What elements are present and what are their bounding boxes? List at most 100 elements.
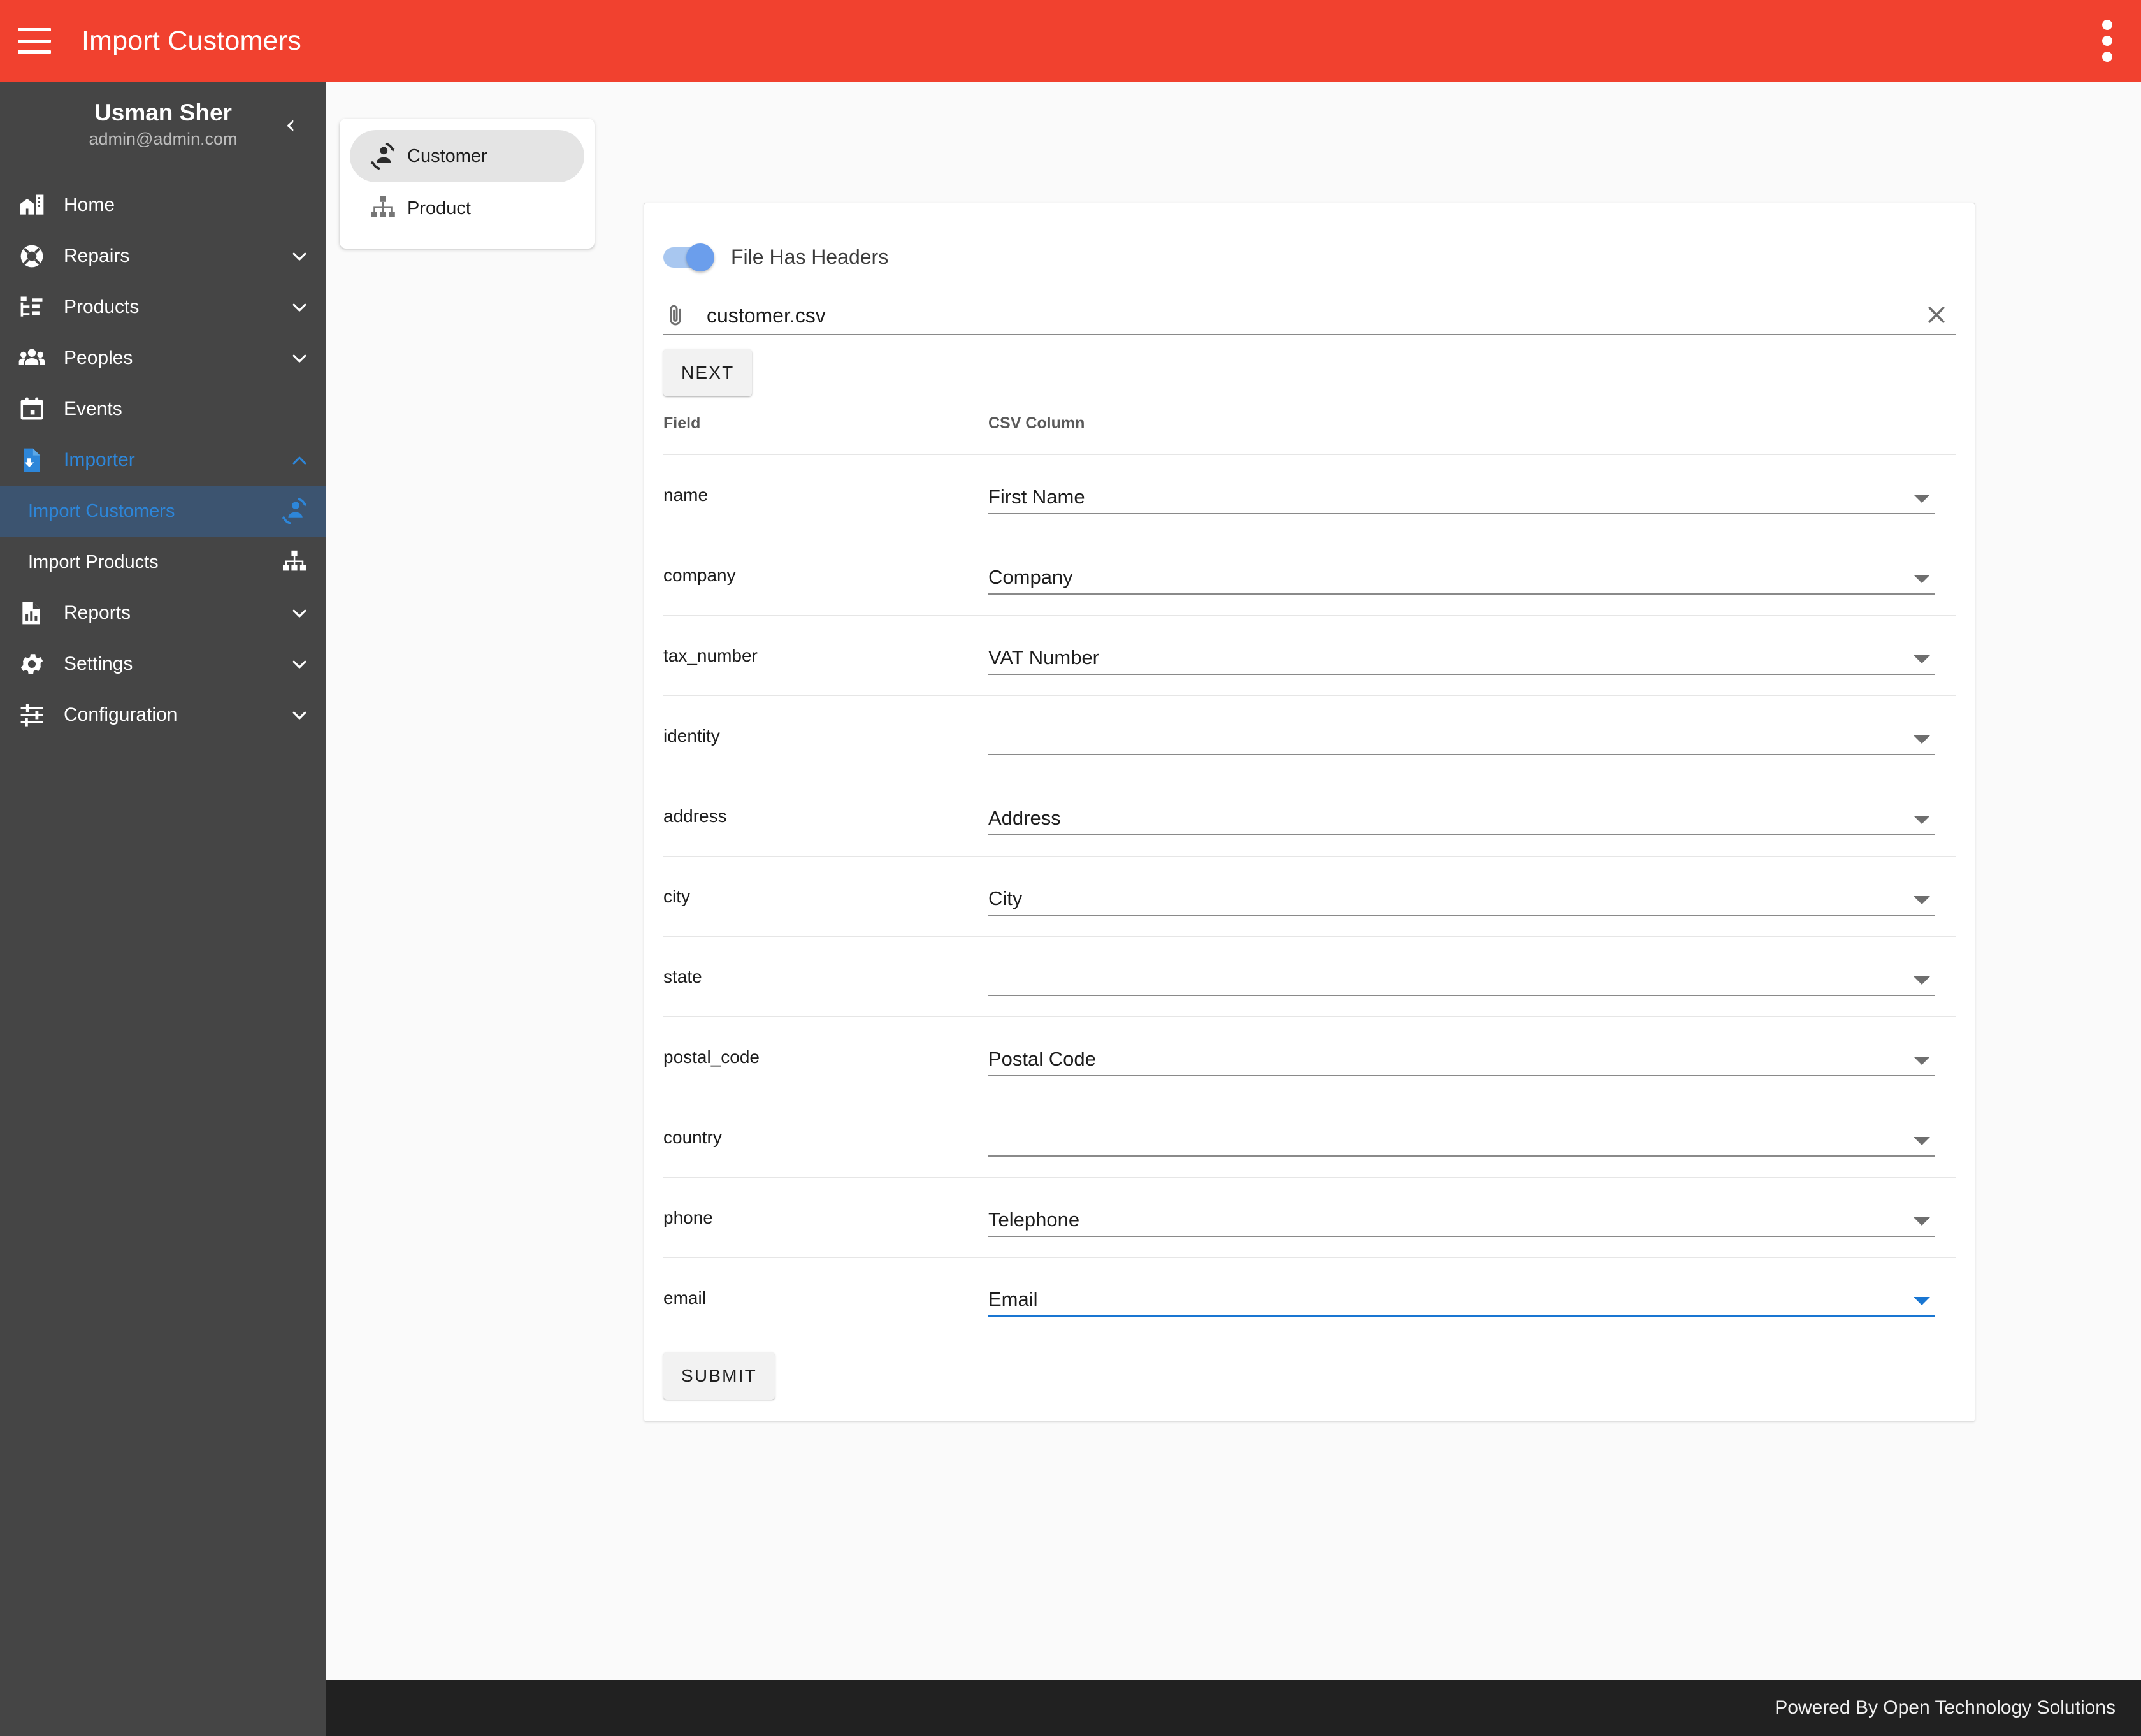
sidebar-item-label: Reports bbox=[64, 602, 131, 623]
paperclip-icon bbox=[663, 303, 699, 328]
sidebar-item-label: Configuration bbox=[64, 704, 178, 725]
sidebar-item-label: Import Products bbox=[28, 551, 159, 572]
table-row: tax_number VAT Number bbox=[663, 616, 1956, 696]
field-name-cell: identity bbox=[663, 725, 720, 746]
sidebar-item-events[interactable]: Events bbox=[0, 384, 326, 435]
close-icon[interactable] bbox=[1917, 302, 1956, 328]
csv-column-select[interactable] bbox=[988, 1118, 1935, 1157]
calendar-icon bbox=[0, 395, 64, 423]
csv-column-select[interactable]: Email bbox=[988, 1279, 1935, 1317]
field-name-cell: email bbox=[663, 1288, 706, 1308]
user-profile-block: Usman Sher admin@admin.com ‹ bbox=[0, 82, 326, 168]
table-row: address Address bbox=[663, 776, 1956, 857]
sidebar-item-label: Home bbox=[64, 194, 115, 215]
dropdown-arrow-icon[interactable] bbox=[1914, 735, 1930, 744]
column-header-field: Field bbox=[663, 414, 701, 432]
kebab-menu-icon[interactable] bbox=[2101, 20, 2113, 62]
dropdown-arrow-icon[interactable] bbox=[1914, 976, 1930, 985]
sidebar-item-products[interactable]: Products bbox=[0, 282, 326, 333]
csv-column-select[interactable]: VAT Number bbox=[988, 637, 1935, 675]
file-import-icon bbox=[0, 446, 64, 474]
sidebar-item-reports[interactable]: Reports bbox=[0, 588, 326, 639]
sidebar-item-peoples[interactable]: Peoples bbox=[0, 333, 326, 384]
table-row: postal_code Postal Code bbox=[663, 1017, 1956, 1097]
next-button[interactable]: NEXT bbox=[663, 349, 753, 396]
submit-button[interactable]: SUBMIT bbox=[663, 1352, 775, 1400]
sidebar-item-home[interactable]: Home bbox=[0, 180, 326, 231]
page-title: Import Customers bbox=[82, 25, 301, 56]
dropdown-arrow-icon[interactable] bbox=[1914, 815, 1930, 824]
sidebar-item-label: Import Customers bbox=[28, 500, 175, 521]
sidebar-item-repairs[interactable]: Repairs bbox=[0, 231, 326, 282]
sidebar-item-label: Settings bbox=[64, 653, 133, 674]
file-name-value: customer.csv bbox=[707, 304, 826, 327]
field-name-cell: postal_code bbox=[663, 1046, 760, 1067]
column-header-csv: CSV Column bbox=[988, 414, 1085, 432]
dropdown-arrow-icon[interactable] bbox=[1914, 1217, 1930, 1226]
entity-option-product[interactable]: Product bbox=[350, 182, 584, 235]
dropdown-arrow-icon[interactable] bbox=[1914, 895, 1930, 904]
import-form-card: File Has Headers customer.csv NEXT Field bbox=[644, 203, 1975, 1422]
sidebar-item-configuration[interactable]: Configuration bbox=[0, 690, 326, 741]
csv-column-select[interactable]: Company bbox=[988, 556, 1935, 595]
csv-column-value: Email bbox=[988, 1288, 1038, 1310]
chevron-down-icon[interactable] bbox=[273, 247, 326, 266]
field-name-cell: country bbox=[663, 1127, 722, 1147]
sidebar-item-settings[interactable]: Settings bbox=[0, 639, 326, 690]
entity-option-label: Customer bbox=[407, 145, 487, 166]
csv-column-select[interactable]: Telephone bbox=[988, 1199, 1935, 1237]
dropdown-arrow-icon[interactable] bbox=[1914, 655, 1930, 663]
field-name-cell: name bbox=[663, 484, 709, 505]
hamburger-icon[interactable] bbox=[18, 28, 51, 54]
sitemap-icon bbox=[263, 547, 326, 577]
csv-column-value: Company bbox=[988, 565, 1073, 588]
chevron-down-icon[interactable] bbox=[273, 298, 326, 317]
chevron-down-icon[interactable] bbox=[273, 705, 326, 725]
file-input-row[interactable]: customer.csv bbox=[663, 302, 1956, 335]
sidebar-item-label: Products bbox=[64, 296, 140, 317]
csv-column-select[interactable]: City bbox=[988, 878, 1935, 916]
sidebar-nav: Home Repairs Products Peoples Events Imp… bbox=[0, 168, 326, 741]
sidebar-item-label: Peoples bbox=[64, 347, 133, 368]
customer-import-icon bbox=[359, 140, 407, 173]
dropdown-arrow-icon[interactable] bbox=[1914, 494, 1930, 503]
csv-column-value: Telephone bbox=[988, 1208, 1080, 1231]
dropdown-arrow-icon[interactable] bbox=[1914, 1297, 1930, 1305]
csv-column-select[interactable] bbox=[988, 717, 1935, 755]
table-row: state bbox=[663, 937, 1956, 1017]
chevron-down-icon[interactable] bbox=[273, 604, 326, 623]
sidebar: Usman Sher admin@admin.com ‹ Home Repair… bbox=[0, 82, 326, 1736]
dropdown-arrow-icon[interactable] bbox=[1914, 1136, 1930, 1145]
user-name: Usman Sher bbox=[94, 99, 232, 126]
people-group-icon bbox=[0, 344, 64, 372]
chevron-left-icon[interactable]: ‹ bbox=[285, 112, 296, 138]
csv-column-select[interactable]: Postal Code bbox=[988, 1038, 1935, 1076]
chevron-down-icon[interactable] bbox=[273, 655, 326, 674]
csv-column-select[interactable] bbox=[988, 958, 1935, 996]
table-row: identity bbox=[663, 696, 1956, 776]
file-has-headers-toggle[interactable] bbox=[663, 243, 714, 271]
field-name-cell: address bbox=[663, 806, 727, 826]
csv-column-value: Address bbox=[988, 806, 1061, 829]
tree-list-icon bbox=[0, 293, 64, 321]
csv-column-value: First Name bbox=[988, 485, 1085, 508]
table-header-row: Field CSV Column bbox=[663, 414, 1956, 455]
main-content: Customer Product File Has Headers custom… bbox=[326, 82, 2141, 1736]
table-row: phone Telephone bbox=[663, 1178, 1956, 1258]
dropdown-arrow-icon[interactable] bbox=[1914, 574, 1930, 583]
sidebar-item-import-customers[interactable]: Import Customers bbox=[0, 486, 326, 537]
dropdown-arrow-icon[interactable] bbox=[1914, 1056, 1930, 1065]
user-email: admin@admin.com bbox=[89, 129, 238, 148]
csv-column-select[interactable]: First Name bbox=[988, 476, 1935, 514]
sidebar-item-import-products[interactable]: Import Products bbox=[0, 537, 326, 588]
entity-option-customer[interactable]: Customer bbox=[350, 130, 584, 182]
chevron-down-icon[interactable] bbox=[273, 349, 326, 368]
app-bar: Import Customers bbox=[0, 0, 2141, 82]
csv-column-value: City bbox=[988, 886, 1023, 909]
chevron-up-icon[interactable] bbox=[273, 451, 326, 470]
csv-column-select[interactable]: Address bbox=[988, 797, 1935, 835]
field-name-cell: city bbox=[663, 886, 690, 906]
file-has-headers-row: File Has Headers bbox=[644, 203, 1975, 271]
sidebar-item-importer[interactable]: Importer bbox=[0, 435, 326, 486]
entity-option-label: Product bbox=[407, 198, 471, 219]
